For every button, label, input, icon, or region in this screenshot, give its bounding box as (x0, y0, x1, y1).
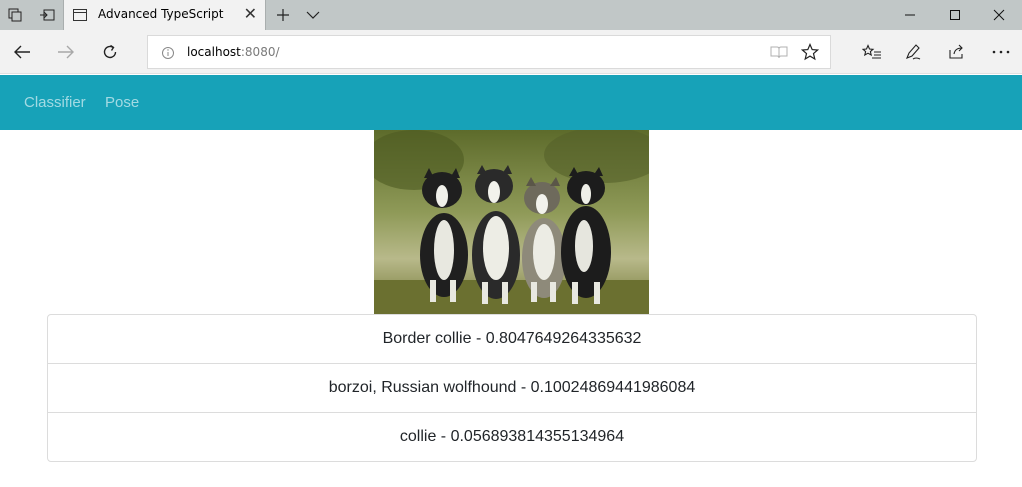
book-icon[interactable] (764, 36, 794, 68)
list-item: Border collie - 0.8047649264335632 (48, 315, 976, 364)
set-tabs-aside-icon[interactable] (32, 0, 62, 30)
browser-toolbar: localhost:8080/ (0, 30, 1022, 74)
nav-link-pose[interactable]: Pose (105, 94, 139, 111)
results-list: Border collie - 0.8047649264335632 borzo… (47, 314, 977, 462)
star-icon[interactable] (795, 36, 825, 68)
tab-title: Advanced TypeScript (98, 7, 224, 21)
browser-titlebar: Advanced TypeScript ✕ (0, 0, 1022, 30)
minimize-button[interactable] (887, 0, 933, 30)
share-icon[interactable] (937, 30, 977, 74)
ellipsis-icon[interactable] (981, 30, 1021, 74)
list-item: collie - 0.056893814355134964 (399, 428, 625, 445)
classified-image (374, 130, 649, 314)
window-close-button[interactable] (976, 0, 1022, 30)
forward-arrow-icon[interactable] (44, 30, 88, 74)
page-icon (72, 7, 88, 23)
plus-icon[interactable] (268, 0, 298, 30)
pen-icon[interactable] (893, 30, 933, 74)
nav-link-classifier[interactable]: Classifier (24, 94, 86, 111)
list-item: borzoi, Russian wolfhound - 0.1002486944… (48, 364, 976, 413)
chevron-down-icon[interactable] (298, 0, 328, 30)
info-icon[interactable] (161, 45, 175, 59)
maximize-button[interactable] (932, 0, 978, 30)
back-arrow-icon[interactable] (0, 30, 44, 74)
favorites-list-icon[interactable] (852, 30, 892, 74)
browser-tab[interactable]: Advanced TypeScript ✕ (63, 0, 266, 30)
app-navbar: Classifier Pose (0, 75, 1022, 130)
close-icon[interactable]: ✕ (244, 4, 257, 24)
url-text[interactable]: localhost:8080/ (187, 45, 280, 59)
tabs-aside-icon[interactable] (0, 0, 30, 30)
refresh-icon[interactable] (88, 30, 132, 74)
address-bar[interactable]: localhost:8080/ (147, 35, 831, 69)
